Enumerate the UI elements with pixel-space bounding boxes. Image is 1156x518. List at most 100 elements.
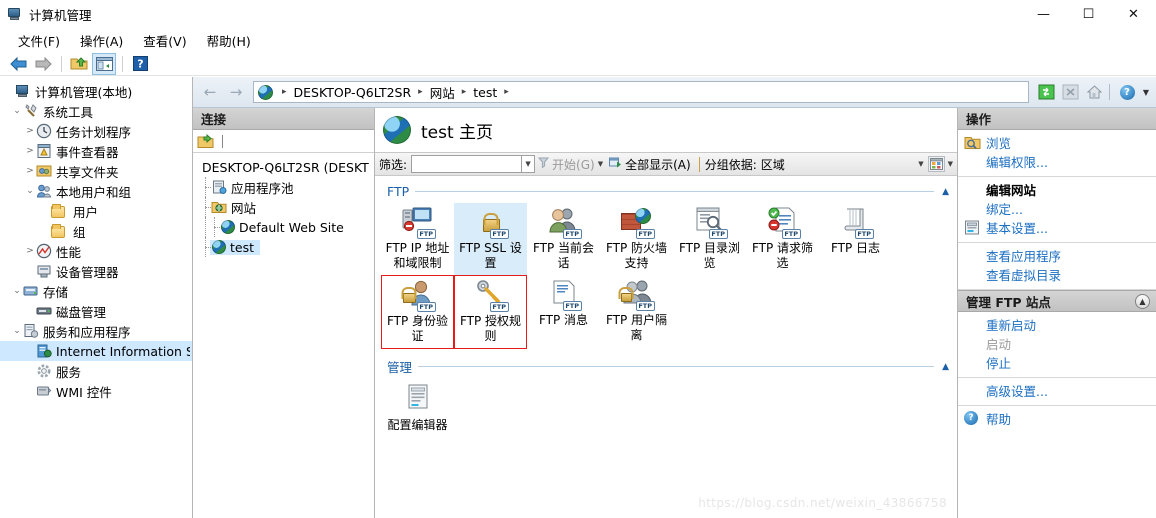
connection-item-default-web-site[interactable]: Default Web Site <box>193 217 374 237</box>
feature-ftp-ip-restrictions[interactable]: FTP FTP IP 地址和域限制 <box>381 203 454 275</box>
twisty[interactable]: ⌄ <box>11 101 23 121</box>
menu-view[interactable]: 查看(V) <box>133 28 196 53</box>
filter-go-button[interactable]: 开始(G) ▼ <box>535 154 606 174</box>
feature-ftp-ssl-settings[interactable]: FTP FTP SSL 设置 <box>454 203 527 275</box>
action-restart[interactable]: 重新启动 <box>958 315 1156 334</box>
group-by-chevron-icon[interactable]: ▼ <box>918 160 923 168</box>
feature-ftp-directory-browsing[interactable]: FTP FTP 目录浏览 <box>673 203 746 275</box>
tree-item-computer-management[interactable]: 计算机管理(本地) <box>0 81 192 101</box>
tree-item-users[interactable]: 用户 <box>0 201 192 221</box>
chevron-up-icon[interactable]: ▲ <box>1135 293 1150 309</box>
breadcrumb-server[interactable]: DESKTOP-Q6LT2SR <box>294 85 412 100</box>
action-view-applications[interactable]: 查看应用程序 <box>958 246 1156 265</box>
twisty[interactable]: ⌄ <box>24 181 36 201</box>
feature-ftp-current-sessions[interactable]: FTP FTP 当前会话 <box>527 203 600 275</box>
menu-help[interactable]: 帮助(H) <box>197 28 261 53</box>
feature-ftp-logging[interactable]: FTP FTP 日志 <box>819 203 892 275</box>
action-help[interactable]: ? 帮助 <box>958 409 1156 428</box>
window-controls: — ☐ ✕ <box>1021 0 1156 28</box>
action-bindings[interactable]: 绑定... <box>958 199 1156 218</box>
back-arrow-icon[interactable] <box>6 53 30 75</box>
feature-ftp-messages[interactable]: FTP FTP 消息 <box>527 275 600 349</box>
feature-ftp-user-isolation[interactable]: FTP FTP 用户隔离 <box>600 275 673 349</box>
maximize-button[interactable]: ☐ <box>1066 0 1111 28</box>
action-stop[interactable]: 停止 <box>958 353 1156 372</box>
close-button[interactable]: ✕ <box>1111 0 1156 28</box>
feature-ftp-request-filtering[interactable]: FTP FTP 请求筛选 <box>746 203 819 275</box>
twisty[interactable]: ⌄ <box>11 281 23 301</box>
connection-item-sites[interactable]: 网站 <box>193 197 374 217</box>
view-mode-icon[interactable] <box>927 156 945 172</box>
connections-tree[interactable]: DESKTOP-Q6LT2SR (DESKT 应用程序池 网站 Default … <box>193 153 374 518</box>
chevron-up-icon[interactable]: ▲ <box>942 187 949 197</box>
connections-pane: 连接 DESKTOP-Q6LT2SR (DESKT 应用程序池 网站 Defau… <box>193 108 375 518</box>
feature-ftp-authorization-rules[interactable]: FTP FTP 授权规则 <box>454 275 527 349</box>
tree-item-performance[interactable]: > 性能 <box>0 241 192 261</box>
refresh-icon[interactable] <box>1035 81 1057 103</box>
connect-folder-icon[interactable] <box>197 133 214 149</box>
tree-item-services-applications[interactable]: ⌄ 服务和应用程序 <box>0 321 192 341</box>
tree-item-system-tools[interactable]: ⌄ 系统工具 <box>0 101 192 121</box>
show-all-button[interactable]: 全部显示(A) <box>606 154 694 174</box>
twisty[interactable] <box>3 81 15 101</box>
chevron-up-icon[interactable]: ▲ <box>942 362 949 372</box>
chevron-down-icon[interactable]: ▼ <box>598 160 603 168</box>
console-tree[interactable]: 计算机管理(本地) ⌄ 系统工具 > 任务计划程序 > 事件查看器 > 共享文件… <box>0 77 193 518</box>
connections-root[interactable]: DESKTOP-Q6LT2SR (DESKT <box>193 157 374 177</box>
connection-item-test[interactable]: test <box>193 237 374 257</box>
feature-configuration-editor[interactable]: 配置编辑器 <box>381 380 454 437</box>
home-icon[interactable] <box>1083 81 1105 103</box>
breadcrumb[interactable]: ▸ DESKTOP-Q6LT2SR ▸ 网站 ▸ test ▸ <box>253 81 1029 103</box>
show-console-tree-icon[interactable] <box>92 52 116 75</box>
tree-item-label: 磁盘管理 <box>56 304 107 320</box>
tree-item-event-viewer[interactable]: > 事件查看器 <box>0 141 192 161</box>
group-by-value[interactable]: 区域 <box>761 156 865 173</box>
feature-ftp-firewall-support[interactable]: FTP FTP 防火墙支持 <box>600 203 673 275</box>
filter-dropdown-icon[interactable]: ▼ <box>521 155 536 173</box>
help-icon[interactable]: ? <box>128 53 152 75</box>
tree-item-storage[interactable]: ⌄ 存储 <box>0 281 192 301</box>
tree-item-local-users-groups[interactable]: ⌄ 本地用户和组 <box>0 181 192 201</box>
view-mode-chevron-icon[interactable]: ▼ <box>948 160 953 168</box>
ftp-badge: FTP <box>562 301 582 311</box>
twisty[interactable]: > <box>24 121 36 141</box>
action-basic-settings[interactable]: 基本设置... <box>958 218 1156 237</box>
stop-icon[interactable] <box>1059 81 1081 103</box>
filter-input[interactable] <box>411 155 522 173</box>
ftp-authz-icon: FTP <box>474 279 509 312</box>
feature-ftp-authentication[interactable]: FTP FTP 身份验证 <box>381 275 454 349</box>
minimize-button[interactable]: — <box>1021 0 1066 28</box>
breadcrumb-site[interactable]: test <box>473 85 497 100</box>
tree-item-services[interactable]: 服务 <box>0 361 192 381</box>
action-edit-permissions[interactable]: 编辑权限... <box>958 152 1156 171</box>
menu-file[interactable]: 文件(F) <box>8 28 70 53</box>
tree-item-wmi-control[interactable]: WMI 控件 <box>0 381 192 401</box>
chevron-down-icon[interactable]: ▼ <box>1140 81 1152 103</box>
menu-action[interactable]: 操作(A) <box>70 28 133 53</box>
twisty[interactable]: > <box>24 161 36 181</box>
sites-folder-icon <box>211 199 227 215</box>
up-folder-icon[interactable] <box>67 53 91 75</box>
action-browse[interactable]: 浏览 <box>958 133 1156 152</box>
action-view-virtual-directories[interactable]: 查看虚拟目录 <box>958 265 1156 284</box>
tree-item-device-manager[interactable]: 设备管理器 <box>0 261 192 281</box>
nav-back-button[interactable]: ← <box>197 80 223 104</box>
tree-item-disk-management[interactable]: 磁盘管理 <box>0 301 192 321</box>
nav-forward-button[interactable]: → <box>223 80 249 104</box>
tree-item-groups[interactable]: 组 <box>0 221 192 241</box>
tree-item-label: 计算机管理(本地) <box>35 84 133 100</box>
help-icon[interactable]: ? <box>1116 81 1138 103</box>
tree-item-task-scheduler[interactable]: > 任务计划程序 <box>0 121 192 141</box>
tree-item-iis[interactable]: Internet Information S <box>0 341 192 361</box>
twisty[interactable]: > <box>24 141 36 161</box>
twisty[interactable]: ⌄ <box>11 321 23 341</box>
action-advanced-settings[interactable]: 高级设置... <box>958 381 1156 400</box>
tree-item-shared-folders[interactable]: > 共享文件夹 <box>0 161 192 181</box>
breadcrumb-sites[interactable]: 网站 <box>430 83 455 102</box>
ftp-request-filter-icon: FTP <box>766 206 801 239</box>
connection-item-app-pools[interactable]: 应用程序池 <box>193 177 374 197</box>
twisty[interactable]: > <box>24 241 36 261</box>
tree-item-label: WMI 控件 <box>56 384 112 400</box>
forward-arrow-icon[interactable] <box>31 53 55 75</box>
